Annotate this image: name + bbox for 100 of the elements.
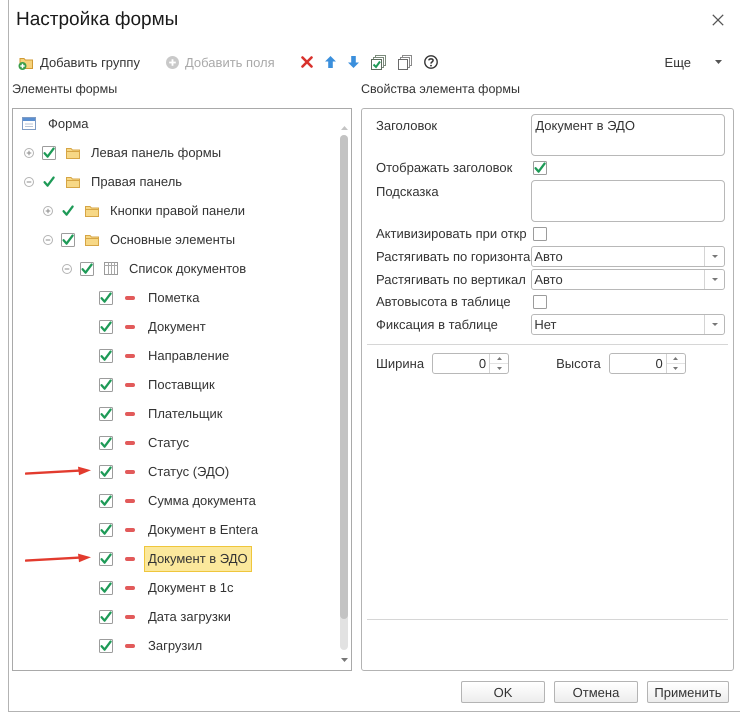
- tree-item[interactable]: Статус (ЭДО): [144, 458, 234, 484]
- expand-icon[interactable]: [43, 206, 53, 216]
- add-group-button[interactable]: Добавить группу: [14, 50, 144, 74]
- dropdown-field[interactable]: Авто: [531, 246, 725, 267]
- copy-icon: [398, 54, 412, 70]
- collapse-icon[interactable]: [43, 234, 53, 244]
- tree-item[interactable]: Направление: [144, 342, 234, 368]
- tree-item[interactable]: Документ в ЭДО: [144, 546, 252, 572]
- text-area[interactable]: [531, 180, 725, 222]
- text-area[interactable]: Документ в ЭДО: [531, 114, 725, 156]
- window-icon: [22, 117, 36, 130]
- table-icon: [104, 262, 118, 275]
- ok-button[interactable]: OK: [461, 681, 545, 703]
- dash-icon: [125, 296, 135, 300]
- tree-item[interactable]: Левая панель формы: [87, 140, 226, 166]
- caret-up-icon: [673, 357, 678, 360]
- checkbox[interactable]: [533, 227, 548, 241]
- field-label: Отображать заголовок: [376, 160, 514, 176]
- arrow-down-icon: [348, 56, 359, 68]
- checkbox[interactable]: [533, 161, 548, 175]
- checkbox[interactable]: [61, 204, 75, 218]
- tree-item[interactable]: Основные элементы: [106, 226, 240, 252]
- tree-item[interactable]: Документ в Entera: [144, 516, 262, 542]
- checkbox[interactable]: [80, 262, 94, 276]
- checkbox[interactable]: [99, 320, 113, 334]
- dash-icon: [125, 498, 135, 502]
- dash-icon: [125, 644, 135, 648]
- panel-title: Элементы формы: [12, 82, 118, 96]
- field-label: Ширина: [376, 356, 424, 371]
- collapse-icon[interactable]: [62, 264, 72, 274]
- tree-item[interactable]: Загрузил: [144, 632, 206, 658]
- checklist-icon: [370, 54, 386, 70]
- window-title: Настройка формы: [16, 9, 178, 31]
- checkbox[interactable]: [99, 552, 113, 566]
- field-label: Заголовок: [376, 117, 438, 134]
- checkbox[interactable]: [99, 522, 113, 536]
- caret-down-icon: [712, 255, 718, 258]
- field-label: Подсказка: [376, 183, 440, 200]
- apply-button[interactable]: Применить: [647, 681, 729, 703]
- tree-item[interactable]: Правая панель: [87, 168, 186, 194]
- cross-icon: [300, 56, 313, 68]
- folder-icon: [85, 234, 99, 246]
- dash-icon: [125, 528, 135, 532]
- collapse-icon[interactable]: [24, 176, 34, 186]
- field-label: Фиксация в таблице: [376, 316, 499, 332]
- checkbox[interactable]: [99, 406, 113, 420]
- arrow-up-icon: [324, 56, 336, 68]
- tree-item[interactable]: Документ: [144, 314, 210, 340]
- caret-down-icon: [496, 367, 502, 370]
- dash-icon: [125, 614, 135, 618]
- checkbox[interactable]: [61, 232, 75, 246]
- dash-icon: [125, 354, 135, 358]
- caret-down-icon: [673, 367, 678, 370]
- number-field[interactable]: 0: [608, 353, 686, 374]
- tree-item[interactable]: Форма: [44, 110, 93, 136]
- help-icon: [424, 55, 438, 69]
- dropdown-field[interactable]: Авто: [531, 269, 725, 290]
- tree-item[interactable]: Дата загрузки: [144, 604, 235, 630]
- checkbox[interactable]: [99, 610, 113, 624]
- checkbox[interactable]: [99, 580, 113, 594]
- number-field[interactable]: 0: [432, 353, 510, 374]
- caret-up-icon: [340, 126, 348, 130]
- checkbox[interactable]: [99, 494, 113, 508]
- checkbox[interactable]: [42, 146, 56, 160]
- caret-down-icon: [712, 323, 718, 326]
- field-label: Высота: [556, 356, 601, 371]
- caret-down-icon: [715, 60, 722, 64]
- checkbox[interactable]: [99, 348, 113, 362]
- dropdown-field[interactable]: Нет: [531, 314, 725, 335]
- tree-item[interactable]: Сумма документа: [144, 488, 260, 514]
- checkbox[interactable]: [99, 378, 113, 392]
- dash-icon: [125, 470, 135, 474]
- dash-icon: [125, 586, 135, 590]
- checkbox[interactable]: [533, 295, 548, 309]
- checkbox[interactable]: [99, 290, 113, 304]
- dash-icon: [125, 324, 135, 328]
- checkbox[interactable]: [99, 638, 113, 652]
- folder-icon: [66, 146, 80, 158]
- tree-item[interactable]: Поставщик: [144, 372, 219, 398]
- checkbox[interactable]: [99, 436, 113, 450]
- expand-icon[interactable]: [24, 148, 34, 158]
- field-label: Активизировать при откр: [376, 226, 528, 242]
- folder-icon: [66, 176, 80, 188]
- caret-down-icon: [340, 658, 348, 662]
- field-label: Растягивать по горизонта: [376, 248, 532, 264]
- tree-item[interactable]: Кнопки правой панели: [106, 198, 250, 224]
- checkbox[interactable]: [99, 464, 113, 478]
- field-label: Автовысота в таблице: [376, 294, 512, 310]
- tree-item[interactable]: Список документов: [125, 256, 250, 282]
- close-button[interactable]: [710, 12, 726, 28]
- tree-item[interactable]: Статус: [144, 430, 194, 456]
- tree-item[interactable]: Документ в 1с: [144, 574, 238, 600]
- caret-up-icon: [496, 357, 502, 360]
- dash-icon: [125, 412, 135, 416]
- tree-item[interactable]: Пометка: [144, 284, 204, 310]
- checkbox[interactable]: [42, 174, 56, 188]
- cancel-button[interactable]: Отмена: [554, 681, 638, 703]
- field-label: Растягивать по вертикал: [376, 272, 527, 288]
- tree-item[interactable]: Плательщик: [144, 400, 226, 426]
- more-button[interactable]: Еще: [658, 50, 728, 74]
